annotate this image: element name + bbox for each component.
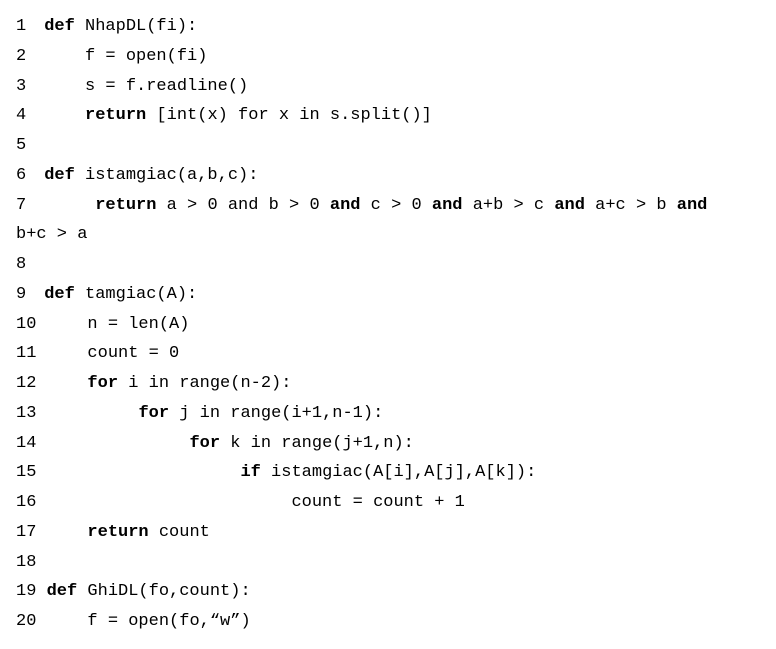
code-line: 20 f = open(fo,“w”) <box>16 607 760 637</box>
line-number: 6 <box>16 161 34 191</box>
code-text: j in range(i+1,n-1): <box>169 404 383 423</box>
code-text: GhiDL(fo,count): <box>77 582 250 601</box>
keyword: return <box>95 196 156 215</box>
line-number: 15 <box>16 458 36 488</box>
indent <box>34 47 85 66</box>
indent <box>36 463 240 482</box>
indent <box>34 285 44 304</box>
line-number: 4 <box>16 101 34 131</box>
keyword: for <box>87 374 118 393</box>
line-number: 12 <box>16 369 36 399</box>
code-text: istamgiac(A[i],A[j],A[k]): <box>261 463 536 482</box>
line-number: 9 <box>16 280 34 310</box>
line-number: 2 <box>16 42 34 72</box>
keyword: def <box>44 17 75 36</box>
code-text: n = len(A) <box>87 315 189 334</box>
code-text: c > 0 <box>360 196 431 215</box>
keyword: and <box>677 196 708 215</box>
line-number: 20 <box>16 607 36 637</box>
code-line: 3 s = f.readline() <box>16 72 760 102</box>
line-number: 5 <box>16 131 34 161</box>
code-text: count <box>149 523 210 542</box>
keyword: def <box>44 285 75 304</box>
line-number: 14 <box>16 429 36 459</box>
code-text: a > 0 and b > 0 <box>156 196 329 215</box>
indent <box>36 493 291 512</box>
line-number: 7 <box>16 191 34 221</box>
code-text: NhapDL(fi): <box>75 17 197 36</box>
keyword: return <box>87 523 148 542</box>
indent <box>36 434 189 453</box>
keyword: for <box>138 404 169 423</box>
code-line: 19 def GhiDL(fo,count): <box>16 577 760 607</box>
code-line: 9 def tamgiac(A): <box>16 280 760 310</box>
indent <box>34 17 44 36</box>
line-number: 19 <box>16 577 36 607</box>
code-text: a+b > c <box>463 196 555 215</box>
code-block: 1 def NhapDL(fi):2 f = open(fi)3 s = f.r… <box>16 12 760 637</box>
keyword: def <box>44 166 75 185</box>
indent <box>36 315 87 334</box>
code-line: 7 return a > 0 and b > 0 and c > 0 and a… <box>16 191 760 221</box>
code-text: i in range(n-2): <box>118 374 291 393</box>
code-text: istamgiac(a,b,c): <box>75 166 259 185</box>
line-number: 8 <box>16 250 34 280</box>
line-number: 3 <box>16 72 34 102</box>
code-line: 2 f = open(fi) <box>16 42 760 72</box>
code-text: k in range(j+1,n): <box>220 434 414 453</box>
code-line: 6 def istamgiac(a,b,c): <box>16 161 760 191</box>
code-line: 11 count = 0 <box>16 339 760 369</box>
code-line: 1 def NhapDL(fi): <box>16 12 760 42</box>
code-text: f = open(fi) <box>85 47 207 66</box>
keyword: def <box>47 582 78 601</box>
code-text: s = f.readline() <box>85 77 248 96</box>
indent <box>34 196 95 215</box>
code-text: count = count + 1 <box>291 493 464 512</box>
indent <box>36 374 87 393</box>
code-line: 8 <box>16 250 760 280</box>
keyword: return <box>85 106 146 125</box>
code-line: 10 n = len(A) <box>16 310 760 340</box>
indent <box>34 106 85 125</box>
line-number: 1 <box>16 12 34 42</box>
keyword: and <box>432 196 463 215</box>
keyword: if <box>240 463 260 482</box>
indent <box>36 612 87 631</box>
indent <box>36 344 87 363</box>
code-line: 13 for j in range(i+1,n-1): <box>16 399 760 429</box>
line-number: 18 <box>16 548 36 578</box>
indent <box>36 523 87 542</box>
keyword: and <box>330 196 361 215</box>
code-line: 15 if istamgiac(A[i],A[j],A[k]): <box>16 458 760 488</box>
keyword: for <box>189 434 220 453</box>
code-line: 17 return count <box>16 518 760 548</box>
code-text: tamgiac(A): <box>75 285 197 304</box>
indent <box>36 582 46 601</box>
line-number: 13 <box>16 399 36 429</box>
keyword: and <box>554 196 585 215</box>
indent <box>34 166 44 185</box>
line-number: 10 <box>16 310 36 340</box>
line-number: 16 <box>16 488 36 518</box>
code-line: 5 <box>16 131 760 161</box>
code-text: f = open(fo,“w”) <box>87 612 250 631</box>
code-line: 16 count = count + 1 <box>16 488 760 518</box>
code-line: 12 for i in range(n-2): <box>16 369 760 399</box>
code-text: count = 0 <box>87 344 179 363</box>
indent <box>34 77 85 96</box>
code-text: a+c > b <box>585 196 677 215</box>
indent <box>36 404 138 423</box>
code-text: [int(x) for x in s.split()] <box>146 106 432 125</box>
line-number: 17 <box>16 518 36 548</box>
line-number: 11 <box>16 339 36 369</box>
code-line: 4 return [int(x) for x in s.split()] <box>16 101 760 131</box>
code-line-wrap: b+c > a <box>16 220 760 250</box>
code-line: 14 for k in range(j+1,n): <box>16 429 760 459</box>
code-line: 18 <box>16 548 760 578</box>
